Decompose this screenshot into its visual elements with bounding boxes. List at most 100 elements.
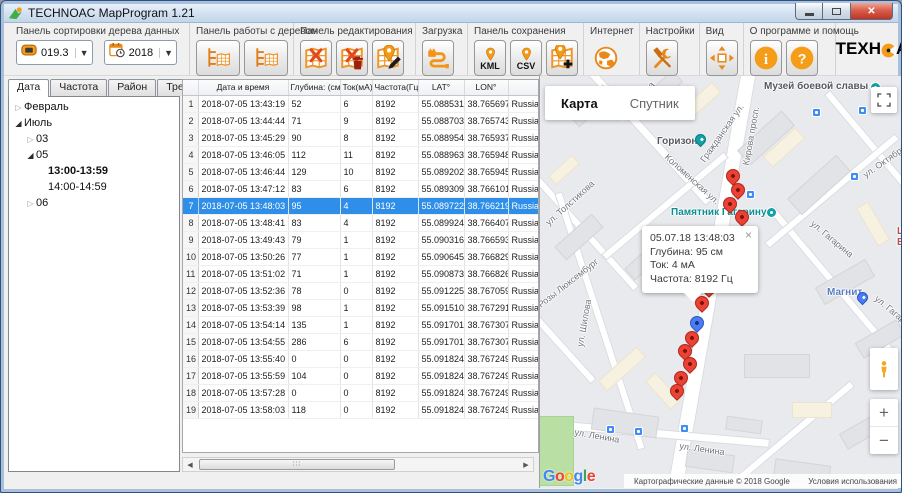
tree-item-13:00-13:59[interactable]: 13:00-13:59 [9,163,179,179]
table-row[interactable]: 172018-07-05 13:55:591040819255.09182438… [183,367,539,384]
map-marker[interactable] [670,384,684,398]
table-row[interactable]: 62018-07-05 13:47:12836819255.08930938.7… [183,180,539,197]
data-tree[interactable]: ▷Февраль◢Июль▷03◢0513:00-13:5914:00-14:5… [8,96,180,472]
tree-item-Февраль[interactable]: ▷Февраль [9,99,179,115]
column-header-row-number[interactable] [183,80,198,95]
map-marker[interactable] [683,357,697,371]
tree-item-05[interactable]: ◢05 [9,147,179,163]
terms-link[interactable]: Условия использования [808,477,897,486]
table-cell: 6 [340,333,372,350]
tree-item-06[interactable]: ▷06 [9,195,179,211]
year-dropdown[interactable]: 2018 ▼ [104,40,177,65]
delete-point-button[interactable] [300,40,332,76]
table-cell: Russia. [508,384,539,401]
table-row[interactable]: 142018-07-05 13:54:141351819255.09170138… [183,316,539,333]
table-cell: 38.767307 [464,333,508,350]
tab-Частота[interactable]: Частота [50,79,107,96]
tree-toggle-icon[interactable]: ◢ [13,116,24,132]
scroll-right-button[interactable]: ▶ [519,458,533,471]
table-cell: 55.091225 [418,282,464,299]
about-button[interactable]: i [750,40,782,76]
tree-item-14:00-14:59[interactable]: 14:00-14:59 [9,179,179,195]
map-marker[interactable] [723,197,737,211]
satellite-button[interactable]: Спутник [614,96,695,111]
table-row[interactable]: 112018-07-05 13:51:02711819255.09087338.… [183,265,539,282]
table-cell: 7 [183,197,198,214]
device-dropdown[interactable]: 019.3 ▼ [16,40,93,65]
map-button[interactable]: Карта [545,96,614,111]
scrollbar-thumb[interactable]: ∶∶∶ [199,459,395,470]
zoom-in-button[interactable]: + [870,399,898,427]
fullscreen-button[interactable] [871,87,897,113]
selected-map-marker[interactable] [690,316,704,330]
table-cell: 0 [288,384,340,401]
column-header-Район[interactable]: Район [508,80,539,95]
table-header-row[interactable]: Дата и времяГлубина: (см)Ток(мА)Частота(… [183,80,539,95]
table-row[interactable]: 32018-07-05 13:45:29908819255.08895438.7… [183,129,539,146]
table-row[interactable]: 72018-07-05 13:48:03954819255.08972238.7… [183,197,539,214]
tree-item-Июль[interactable]: ◢Июль [9,115,179,131]
table-row[interactable]: 102018-07-05 13:50:26771819255.09064538.… [183,248,539,265]
google-logo[interactable]: Google [543,468,595,486]
internet-globe-button[interactable] [590,40,622,76]
table-row[interactable]: 162018-07-05 13:55:4000819255.09182438.7… [183,350,539,367]
close-button[interactable]: ✕ [850,3,893,20]
map-marker[interactable] [726,169,740,183]
title-bar[interactable]: TECHNOAC MapProgram 1.21 ✕ [4,4,898,23]
pegman-control[interactable] [870,348,898,390]
table-row[interactable]: 22018-07-05 13:44:44719819255.08870338.7… [183,112,539,129]
minimize-button[interactable] [795,3,823,20]
save-kml-button[interactable]: KML [474,40,506,76]
map-marker[interactable] [731,183,745,197]
tab-Дата[interactable]: Дата [8,79,49,97]
column-header-LON°[interactable]: LON° [464,80,508,95]
expand-tree-button[interactable] [196,40,240,76]
table-horizontal-scrollbar[interactable]: ◀ ∶∶∶ ▶ [182,457,534,472]
table-cell: 38.765937 [464,129,508,146]
table-row[interactable]: 152018-07-05 13:54:552866819255.09170138… [183,333,539,350]
view-pan-button[interactable] [706,40,738,76]
map-marker[interactable] [735,210,749,224]
table-row[interactable]: 82018-07-05 13:48:41834819255.08992438.7… [183,214,539,231]
table-row[interactable]: 52018-07-05 13:46:4412910819255.08920238… [183,163,539,180]
save-csv-button[interactable]: CSV [510,40,542,76]
settings-button[interactable] [646,40,678,76]
edit-point-button[interactable] [372,40,404,76]
tree-toggle-icon[interactable]: ▷ [13,100,24,116]
tree-toggle-icon[interactable]: ▷ [25,196,36,212]
table-row[interactable]: 182018-07-05 13:57:2800819255.09182438.7… [183,384,539,401]
maximize-button[interactable] [823,3,850,20]
toolbar-group-save: Панель сохранения KML CSV [468,23,584,75]
scroll-left-button[interactable]: ◀ [183,458,197,471]
table-row[interactable]: 42018-07-05 13:46:0511211819255.08896338… [183,146,539,163]
column-header-Ток(мА)[interactable]: Ток(мА) [340,80,372,95]
help-button[interactable]: ? [786,40,818,76]
zoom-out-button[interactable]: − [870,427,898,454]
table-cell: 11 [183,265,198,282]
table-cell: 1 [183,95,198,112]
collapse-tree-button[interactable] [244,40,288,76]
table-row[interactable]: 122018-07-05 13:52:36780819255.09122538.… [183,282,539,299]
delete-all-button[interactable] [336,40,368,76]
tree-toggle-icon[interactable]: ▷ [25,132,36,148]
close-icon[interactable]: × [745,230,752,240]
map-canvas[interactable]: Кирова просп.Гражданская ул.ул. Октябрьс… [539,76,902,488]
table-row[interactable]: 12018-07-05 13:43:19526819255.08853138.7… [183,95,539,112]
column-header-Глубина: (см)[interactable]: Глубина: (см) [288,80,340,95]
table-row[interactable]: 132018-07-05 13:53:39981819255.09151038.… [183,299,539,316]
column-header-Частота(Гц)[interactable]: Частота(Гц) [372,80,418,95]
data-table[interactable]: Дата и времяГлубина: (см)Ток(мА)Частота(… [182,79,539,453]
tree-toggle-icon[interactable]: ◢ [25,148,36,164]
tree-item-03[interactable]: ▷03 [9,131,179,147]
table-cell: 9 [183,231,198,248]
add-map-button[interactable] [546,40,578,76]
table-cell: 38.767249 [464,350,508,367]
bus-stop-icon [858,106,867,115]
column-header-LAT°[interactable]: LAT° [418,80,464,95]
table-row[interactable]: 192018-07-05 13:58:031180819255.09182438… [183,401,539,418]
column-header-Дата и время[interactable]: Дата и время [198,80,288,95]
table-row[interactable]: 92018-07-05 13:49:43791819255.09031638.7… [183,231,539,248]
map-marker[interactable] [685,331,699,345]
tab-Район[interactable]: Район [108,79,156,96]
usb-load-button[interactable] [422,40,454,76]
